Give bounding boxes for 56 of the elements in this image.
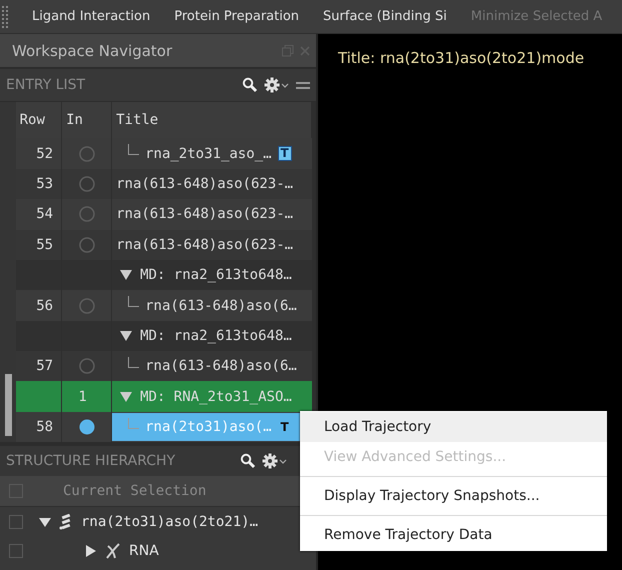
checkbox[interactable]: [9, 544, 23, 558]
molecule-icon: [59, 514, 73, 530]
panel-title: Workspace Navigator: [12, 42, 174, 60]
toolbar-button[interactable]: Surface (Binding Si: [313, 5, 457, 28]
chain-icon: [105, 542, 121, 559]
column-header[interactable]: Title: [112, 102, 312, 138]
count-text: 1: [78, 388, 87, 405]
row-number: 57: [36, 358, 54, 374]
entry-title[interactable]: rna(613-648)aso(623-…: [112, 170, 312, 198]
inclusion-toggle[interactable]: [78, 419, 95, 436]
row-number: 58: [36, 419, 54, 436]
structure-title: Title: rna(2to31)aso(2to21)mode: [338, 49, 584, 67]
search-icon: [240, 453, 256, 470]
group-title: MD: RNA_2to31_ASO…: [140, 388, 292, 405]
group-title: MD: rna2_613to648…: [140, 267, 292, 284]
expand-icon[interactable]: [120, 330, 132, 341]
checkbox[interactable]: [9, 514, 23, 529]
row-number: 56: [36, 298, 54, 314]
toolbar-button[interactable]: Ligand Interaction: [22, 5, 160, 28]
grip-icon: [2, 6, 8, 28]
row-number: 52: [36, 146, 54, 162]
column-header[interactable]: In: [62, 102, 112, 138]
tree-item-label[interactable]: RNA: [129, 542, 159, 559]
column-header[interactable]: Row: [16, 102, 62, 138]
expand-icon[interactable]: [39, 516, 51, 528]
inclusion-toggle[interactable]: [78, 236, 95, 253]
expand-icon[interactable]: [85, 544, 97, 557]
tree-item-label[interactable]: rna(2to31)aso(2to21)…: [81, 514, 258, 530]
entry-title[interactable]: rna(613-648)aso(623-…: [112, 230, 312, 259]
row-number: 55: [36, 236, 54, 253]
inclusion-toggle[interactable]: [78, 206, 95, 222]
row-number: 54: [36, 206, 54, 222]
minimize-icon: [296, 80, 310, 90]
group-title: MD: rna2_613to648…: [140, 328, 292, 344]
menu-item[interactable]: Display Trajectory Snapshots...: [300, 481, 607, 511]
gear-icon: [264, 77, 290, 94]
trajectory-badge[interactable]: T: [278, 146, 292, 162]
entry-title[interactable]: rna_2to31_aso_… T: [112, 140, 312, 168]
entry-title[interactable]: rna(613-648)aso(6…: [112, 352, 312, 380]
panel-title: ENTRY LIST: [6, 77, 86, 94]
current-selection-label: Current Selection: [63, 483, 206, 500]
inclusion-toggle[interactable]: [78, 176, 95, 192]
entry-title[interactable]: rna(613-648)aso(623-…: [112, 200, 312, 228]
menu-item[interactable]: Load Trajectory: [300, 412, 607, 442]
menu-item[interactable]: Remove Trajectory Data: [300, 520, 607, 550]
search-icon: [242, 77, 258, 94]
row-number: 53: [36, 176, 54, 192]
scrollbar-thumb[interactable]: [5, 374, 12, 436]
toolbar-button[interactable]: Protein Preparation: [164, 5, 310, 28]
gear-icon: [262, 453, 288, 470]
entry-title[interactable]: rna(613-648)aso(6…: [112, 292, 312, 320]
expand-icon[interactable]: [120, 270, 132, 280]
inclusion-toggle[interactable]: [78, 298, 95, 314]
inclusion-toggle[interactable]: [78, 358, 95, 374]
panel-title: STRUCTURE HIERARCHY: [6, 453, 176, 470]
inclusion-toggle[interactable]: [78, 146, 95, 162]
